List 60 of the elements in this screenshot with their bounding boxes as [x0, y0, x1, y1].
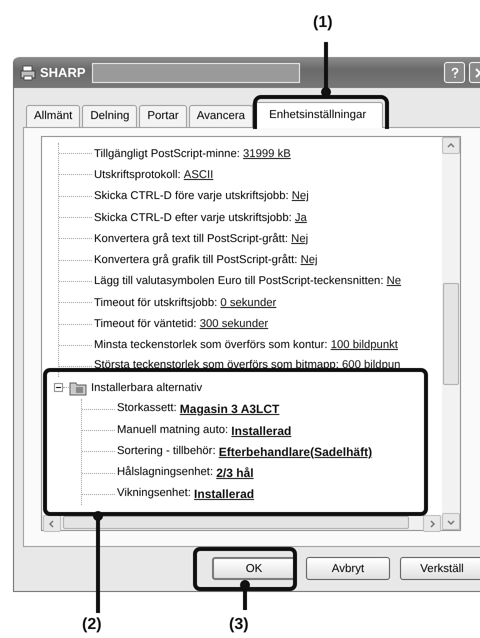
window-title: SHARP [40, 65, 86, 80]
setting-value[interactable]: 300 sekunder [200, 318, 268, 330]
dialog-button[interactable]: Avbryt [306, 557, 390, 580]
setting-value[interactable]: 31999 kB [243, 148, 291, 160]
leader-line [240, 580, 250, 610]
setting-value[interactable]: 100 bildpunkt [330, 339, 398, 352]
setting-value[interactable]: Nej [300, 254, 318, 266]
setting-label: Lägg till valutasymbolen Euro till PostScript-teckensnitten: [94, 275, 384, 288]
collapse-icon[interactable] [54, 383, 63, 392]
tab[interactable]: Delning [82, 105, 138, 127]
scroll-down-button[interactable] [442, 513, 460, 530]
setting-value[interactable]: Magasin 3 A3LCT [180, 402, 280, 416]
setting-label: Utskriftsprotokoll: [94, 168, 182, 181]
scroll-right-button[interactable] [423, 515, 441, 532]
setting-label: Tillgängligt PostScript-minne: [94, 148, 241, 160]
vertical-scrollbar[interactable] [442, 137, 460, 530]
setting-label: Manuell matning auto: [117, 424, 230, 438]
printer-icon [20, 64, 36, 80]
setting-value[interactable]: 600 bildpun [342, 358, 400, 370]
setting-label: Storkassett: [117, 402, 178, 416]
callout-label: (3) [229, 616, 249, 634]
tab[interactable]: Avancera [188, 105, 254, 127]
setting-label: Konvertera grå text till PostScript-grått: [94, 232, 290, 245]
setting-label: Vikningsenhet: [117, 487, 192, 502]
scroll-thumb[interactable] [443, 282, 459, 384]
scroll-up-button[interactable] [442, 137, 460, 154]
callout-label: (1) [313, 14, 333, 32]
scroll-left-button[interactable] [43, 515, 61, 532]
setting-value[interactable]: Installerad [231, 424, 292, 438]
horizontal-scrollbar[interactable] [42, 515, 442, 530]
setting-label: Sortering - tillbehör: [117, 444, 217, 459]
help-button[interactable] [444, 62, 465, 83]
setting-value[interactable]: Ne [386, 275, 402, 288]
setting-value[interactable]: 2/3 hål [216, 466, 254, 480]
help-icon [448, 66, 460, 78]
tree-group-label[interactable]: Installerbara alternativ [91, 382, 202, 394]
setting-label: Timeout för väntetid: [94, 318, 198, 330]
leader-line [321, 42, 331, 98]
setting-label: Hålslagningsenhet: [117, 466, 214, 480]
callout-label: (2) [82, 616, 102, 634]
setting-value[interactable]: Efterbehandlare(Sadelhäft) [218, 444, 372, 459]
setting-label: Timeout för utskriftsjobb: [94, 296, 218, 309]
setting-label: Konvertera grå grafik till PostScript-grått: [94, 254, 298, 266]
tab[interactable]: Allmänt [26, 105, 80, 127]
dialog-button[interactable]: Verkställ [400, 557, 480, 580]
setting-value[interactable]: Installerad [194, 487, 254, 502]
setting-label: Skicka CTRL-D efter varje utskriftsjobb: [94, 212, 293, 224]
setting-label: Skicka CTRL-D före varje utskriftsjobb: [94, 190, 290, 202]
setting-label: Största teckenstorlek som överförs som bitmapp: [94, 358, 340, 370]
setting-value[interactable]: Nej [291, 232, 308, 245]
setting-value[interactable]: ASCII [184, 168, 214, 181]
scroll-thumb[interactable] [63, 516, 409, 529]
setting-value[interactable]: Ja [294, 212, 307, 224]
setting-value[interactable]: Nej [292, 190, 309, 202]
folder-icon [69, 380, 87, 396]
dialog-button[interactable]: OK [212, 557, 296, 580]
setting-value[interactable]: 0 sekunder [220, 296, 276, 309]
setting-label: Minsta teckenstorlek som överförs som kontur: [94, 339, 329, 352]
tab[interactable]: Portar [139, 105, 187, 127]
tab[interactable]: Enhetsinställningar [252, 102, 384, 128]
